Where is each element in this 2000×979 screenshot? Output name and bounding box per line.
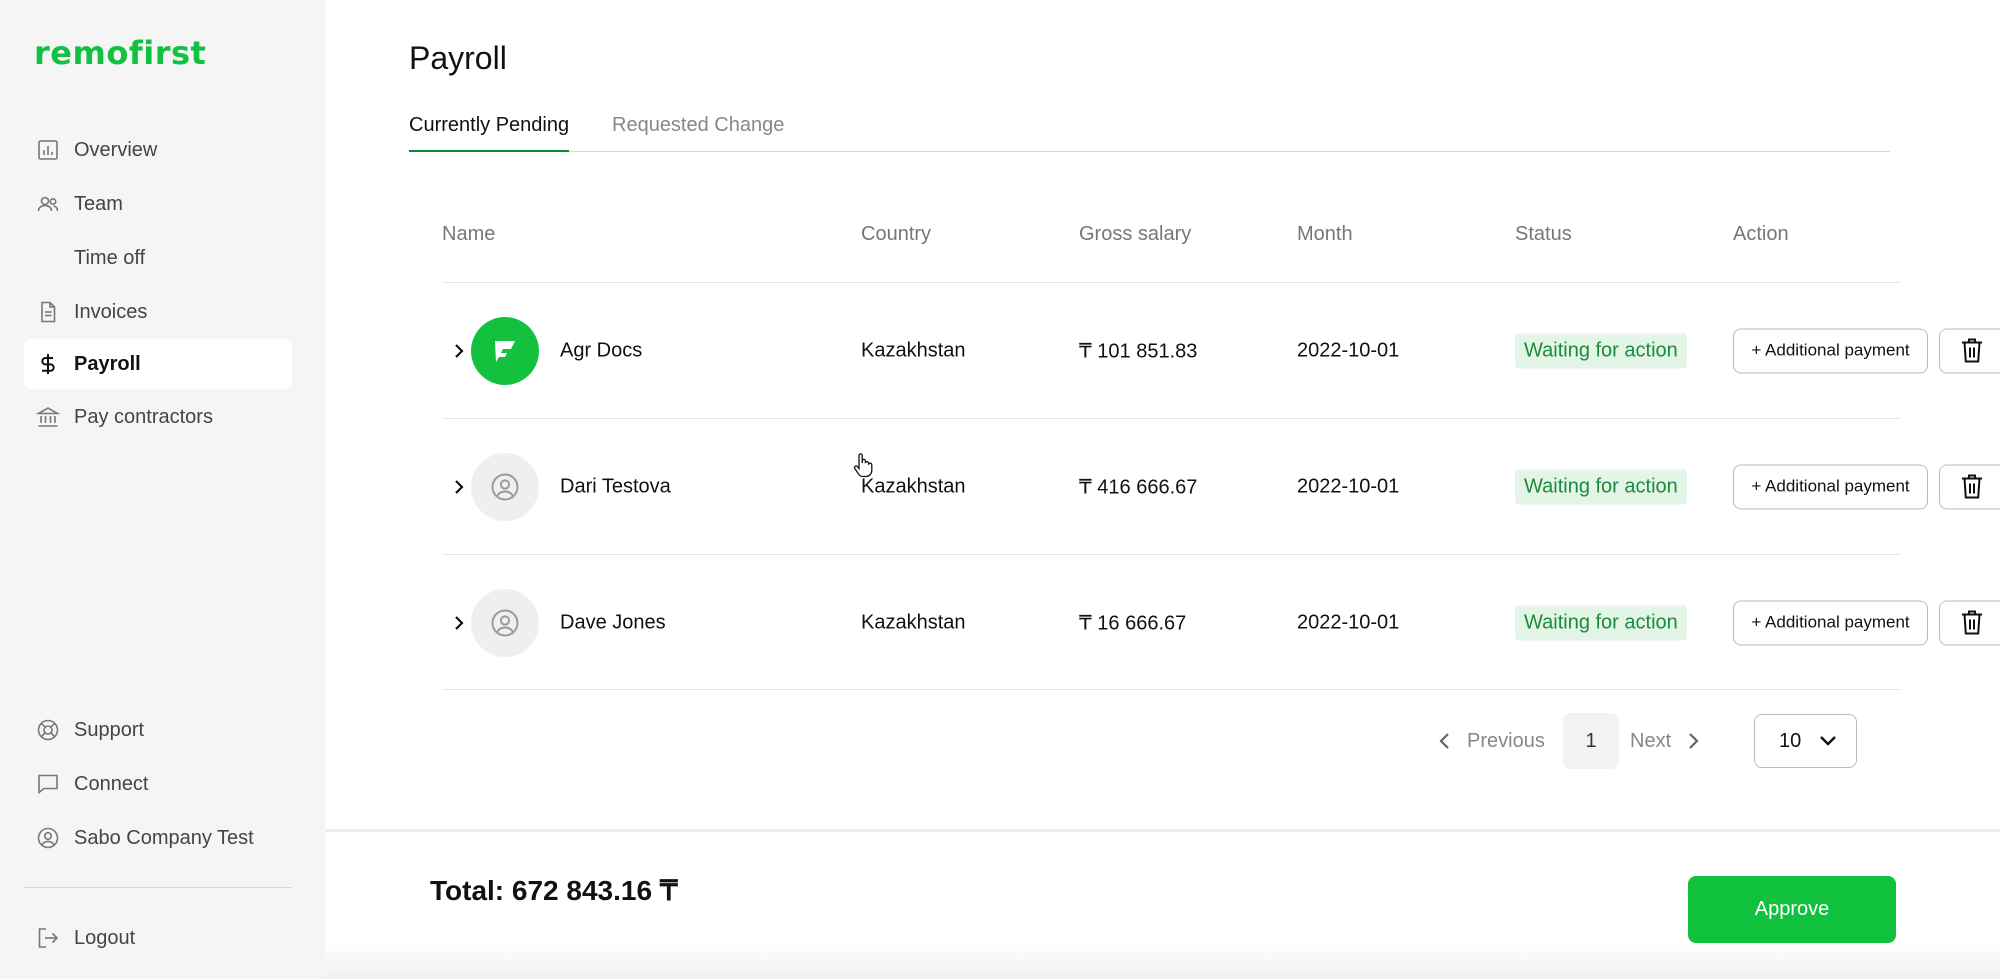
document-icon (36, 300, 60, 324)
column-header-name: Name (442, 223, 496, 245)
column-header-month: Month (1297, 223, 1353, 245)
employee-name[interactable]: Dave Jones (560, 611, 666, 634)
sidebar-item-logout[interactable]: Logout (24, 913, 292, 963)
bank-icon (36, 405, 60, 429)
previous-label: Previous (1467, 729, 1545, 752)
delete-button[interactable] (1939, 328, 2000, 373)
sidebar-item-label: Pay contractors (74, 405, 213, 428)
dollar-icon (36, 352, 60, 376)
next-label: Next (1630, 729, 1672, 752)
chevron-right-icon[interactable] (450, 342, 468, 360)
footer-divider (325, 829, 2000, 832)
additional-payment-button[interactable]: + Additional payment (1733, 328, 1928, 373)
sidebar-item-label: Sabo Company Test (74, 826, 254, 849)
additional-payment-button[interactable]: + Additional payment (1733, 600, 1928, 645)
payroll-total: Total: 672 843.16 ₸ (430, 875, 678, 906)
avatar (471, 588, 539, 657)
page-number-current[interactable]: 1 (1563, 713, 1619, 769)
trash-icon (1962, 610, 1982, 635)
month-cell: 2022-10-01 (1297, 611, 1400, 633)
chevron-left-icon (1439, 733, 1449, 749)
column-header-gross-salary: Gross salary (1079, 223, 1192, 245)
sidebar-item-connect[interactable]: Connect (24, 759, 292, 809)
tab-bar: Currently Pending Requested Change (409, 110, 1890, 152)
sidebar-item-account[interactable]: Sabo Company Test (24, 813, 292, 863)
status-badge: Waiting for action (1515, 469, 1687, 504)
sidebar-item-label: Payroll (74, 352, 141, 375)
table-row: Agr Docs Kazakhstan ₸ 101 851.83 2022-10… (442, 283, 2000, 418)
gross-salary-cell: ₸ 16 666.67 (1079, 612, 1187, 634)
page-size-value: 10 (1779, 729, 1802, 752)
column-header-country: Country (861, 223, 932, 245)
delete-button[interactable] (1939, 464, 2000, 509)
sidebar-item-time-off[interactable]: Time off (24, 233, 292, 283)
tab-requested-change[interactable]: Requested Change (612, 114, 784, 152)
sidebar-item-support[interactable]: Support (24, 705, 292, 755)
column-header-status: Status (1515, 223, 1572, 245)
country-cell: Kazakhstan (861, 475, 966, 497)
additional-payment-button[interactable]: + Additional payment (1733, 464, 1928, 509)
table-row: Dari Testova Kazakhstan ₸ 416 666.67 202… (442, 419, 2000, 554)
sidebar-item-label: Support (74, 718, 145, 741)
sidebar-item-pay-contractors[interactable]: Pay contractors (24, 392, 292, 442)
previous-page-button[interactable]: Previous (1437, 725, 1545, 757)
avatar (471, 316, 539, 385)
page-title: Payroll (409, 40, 507, 76)
delete-button[interactable] (1939, 600, 2000, 645)
chat-icon (36, 772, 60, 796)
sidebar-item-label: Team (74, 192, 123, 215)
default-user-icon (491, 609, 519, 636)
chevron-down-icon (1820, 736, 1836, 746)
row-divider (442, 689, 1900, 690)
page-size-select[interactable]: 10 (1754, 714, 1857, 768)
employee-name[interactable]: Agr Docs (560, 339, 642, 362)
sidebar-divider (24, 887, 292, 888)
sidebar: remofirst Overview Team Time off Invoice… (0, 0, 325, 979)
status-badge: Waiting for action (1515, 605, 1687, 640)
country-cell: Kazakhstan (861, 339, 966, 361)
trash-icon (1962, 474, 1982, 499)
sidebar-item-overview[interactable]: Overview (24, 125, 292, 175)
employee-name[interactable]: Dari Testova (560, 475, 671, 498)
sidebar-item-label: Time off (74, 246, 146, 269)
avatar (471, 452, 539, 521)
sidebar-item-label: Logout (74, 926, 136, 949)
next-page-button[interactable]: Next (1630, 725, 1701, 757)
country-cell: Kazakhstan (861, 611, 966, 633)
table-row: Dave Jones Kazakhstan ₸ 16 666.67 2022-1… (442, 555, 2000, 690)
user-circle-icon (36, 826, 60, 850)
sidebar-item-label: Invoices (74, 300, 148, 323)
gross-salary-cell: ₸ 101 851.83 (1079, 340, 1198, 362)
month-cell: 2022-10-01 (1297, 339, 1400, 361)
remofirst-logo[interactable]: remofirst (34, 34, 206, 72)
default-user-icon (491, 473, 519, 500)
sidebar-item-label: Overview (74, 138, 158, 161)
users-icon (36, 192, 60, 216)
approve-button[interactable]: Approve (1688, 876, 1896, 943)
sidebar-item-payroll[interactable]: Payroll (24, 339, 292, 389)
tab-currently-pending[interactable]: Currently Pending (409, 114, 570, 152)
chart-icon (36, 138, 60, 162)
chevron-right-icon[interactable] (450, 478, 468, 496)
brand-logo-icon (495, 340, 515, 362)
trash-icon (1962, 338, 1982, 363)
sidebar-item-label: Connect (74, 772, 149, 795)
chevron-right-icon[interactable] (450, 614, 468, 632)
lifebuoy-icon (36, 718, 60, 742)
month-cell: 2022-10-01 (1297, 475, 1400, 497)
hand-cursor-icon (853, 453, 873, 478)
chevron-right-icon (1689, 733, 1699, 749)
status-badge: Waiting for action (1515, 333, 1687, 368)
column-header-action: Action (1733, 223, 1789, 245)
gross-salary-cell: ₸ 416 666.67 (1079, 476, 1198, 498)
logout-icon (36, 926, 60, 950)
sidebar-item-team[interactable]: Team (24, 179, 292, 229)
sidebar-item-invoices[interactable]: Invoices (24, 287, 292, 337)
footer-shadow (325, 940, 2000, 979)
